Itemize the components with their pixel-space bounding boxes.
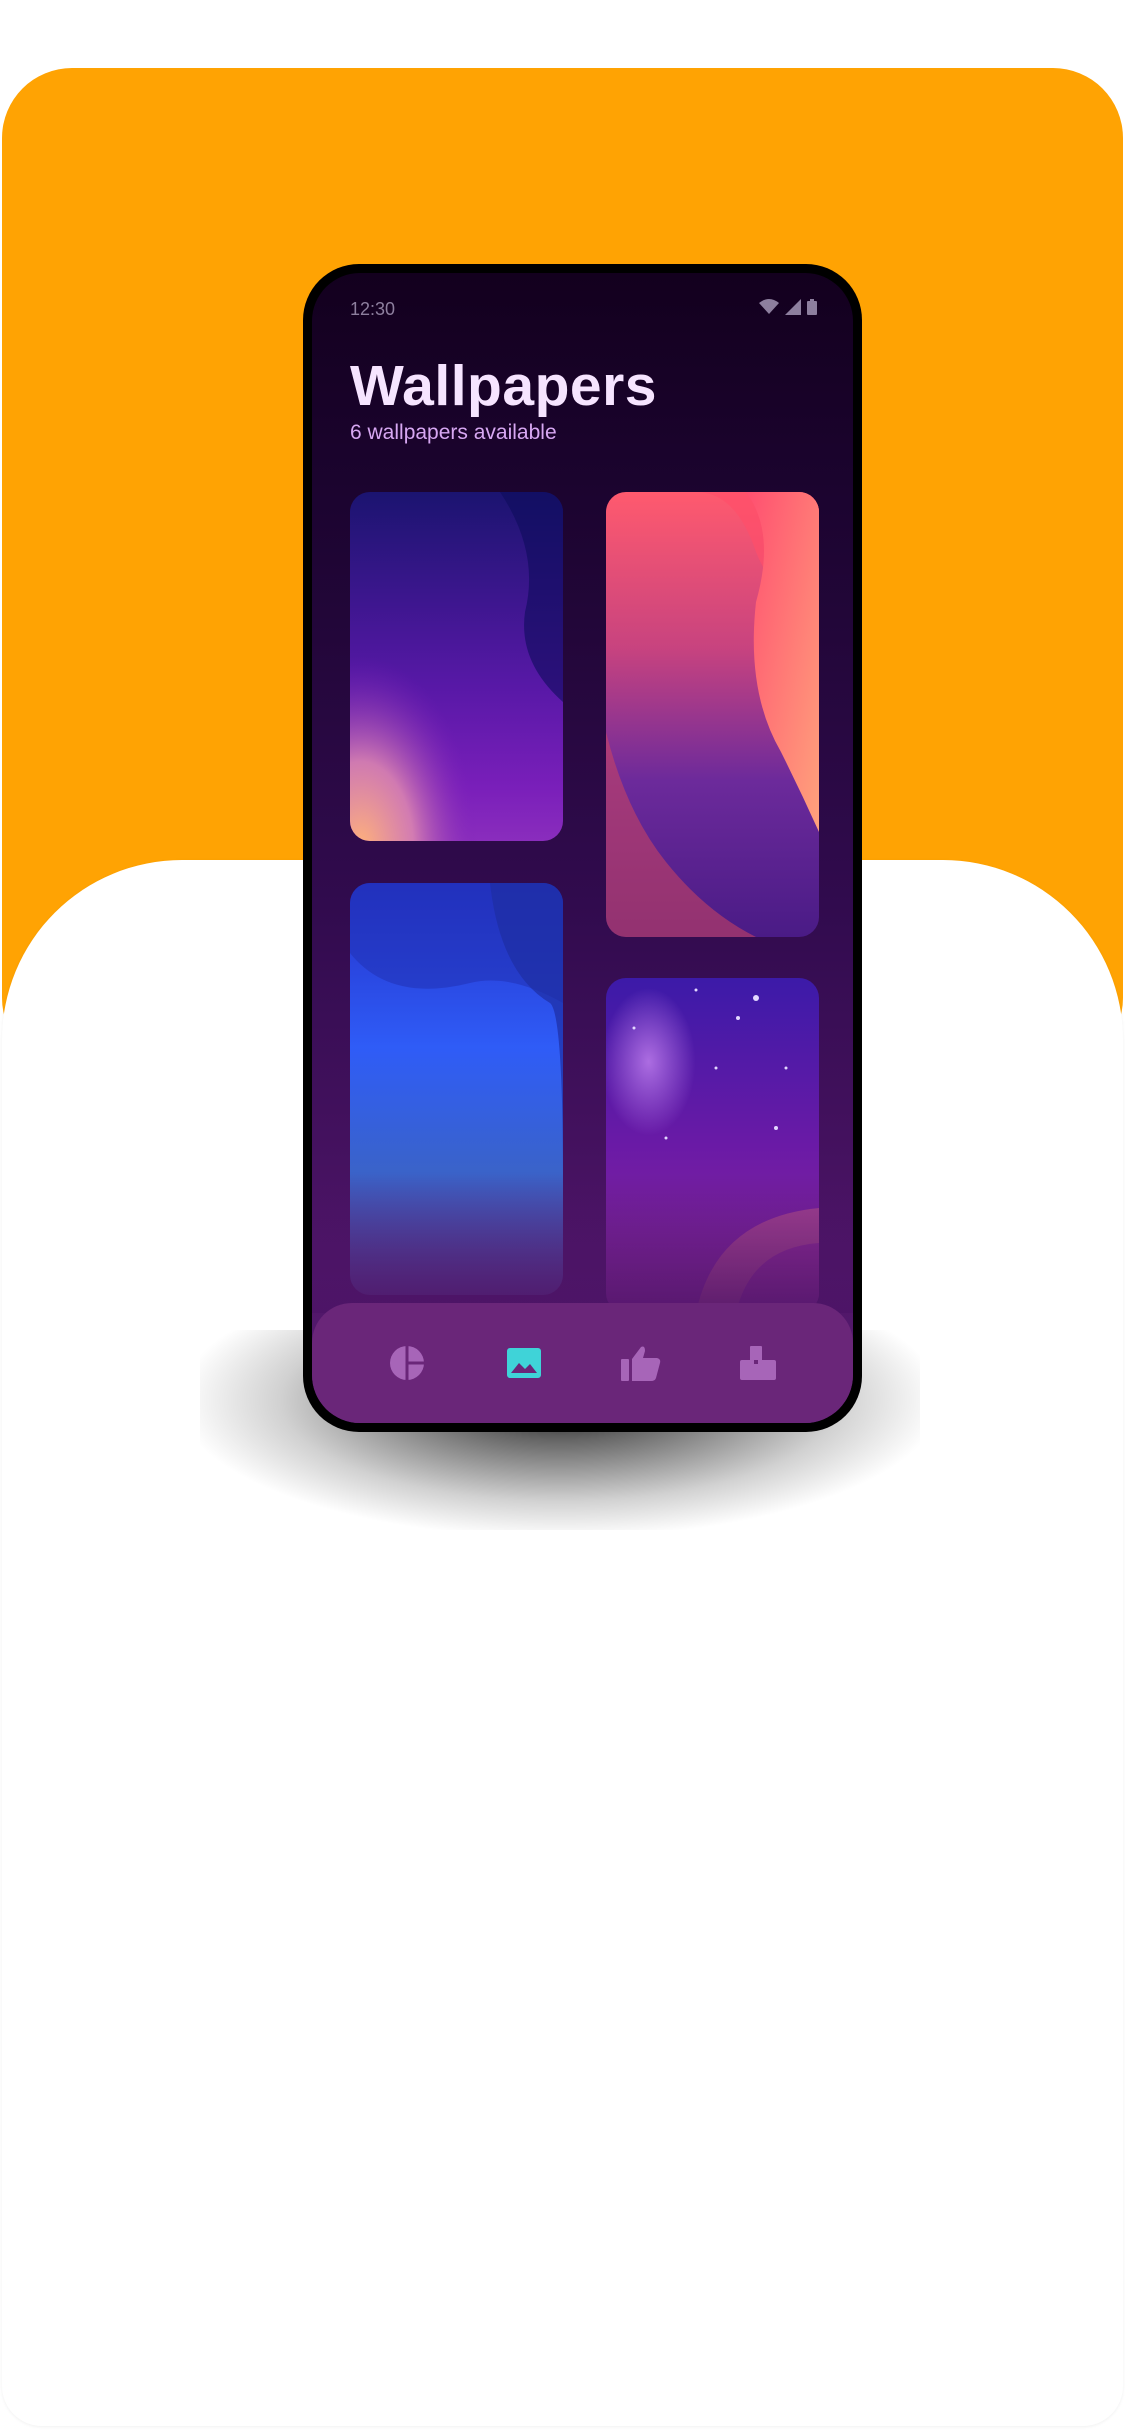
page-title: Wallpapers (350, 354, 657, 418)
nav-submit[interactable] (726, 1331, 790, 1395)
wifi-icon (759, 299, 779, 314)
signal-icon (785, 299, 801, 315)
grid-fade (312, 1173, 853, 1313)
wallpaper-icon (506, 1348, 541, 1378)
wallpaper-image (350, 492, 563, 841)
bottom-navigation (312, 1303, 853, 1423)
nav-like[interactable] (609, 1331, 673, 1395)
dashboard-icon (389, 1346, 424, 1380)
thumbs-up-icon (621, 1346, 661, 1381)
nav-dashboard[interactable] (375, 1331, 439, 1395)
status-icons (759, 299, 817, 315)
phone-frame: 12:30 Wallpapers 6 wallpapers available (303, 264, 862, 1432)
status-time: 12:30 (350, 299, 396, 319)
battery-icon (807, 299, 817, 315)
submit-icon (740, 1346, 777, 1380)
wallpaper-image (606, 492, 819, 937)
phone-screen: 12:30 Wallpapers 6 wallpapers available (312, 273, 853, 1423)
wallpaper-card-purple-dusk[interactable] (350, 492, 563, 841)
wallpaper-card-coral-waves[interactable] (606, 492, 819, 937)
nav-wallpapers[interactable] (492, 1331, 556, 1395)
wallpaper-count: 6 wallpapers available (350, 421, 557, 444)
